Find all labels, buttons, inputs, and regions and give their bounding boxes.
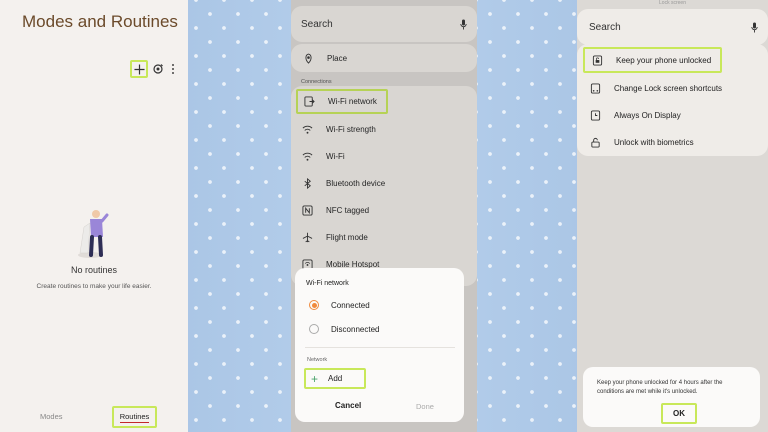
search-label: Search <box>589 21 621 33</box>
empty-state-title: No routines <box>70 265 118 275</box>
plus-icon <box>133 63 145 75</box>
confirmation-toast: Keep your phone unlocked for 4 hours aft… <box>583 367 760 427</box>
cancel-button[interactable]: Cancel <box>335 401 361 410</box>
page-title: Modes and Routines <box>22 12 178 31</box>
search-bar[interactable]: Search <box>577 9 768 45</box>
microphone-icon[interactable] <box>751 22 758 33</box>
done-button[interactable]: Done <box>416 402 434 411</box>
routines-screen: Modes and Routines No routines Create ro… <box>0 0 188 432</box>
option-disconnected-label: Disconnected <box>331 325 380 334</box>
plus-icon: + <box>311 371 319 386</box>
action-label: Always On Display <box>614 110 681 120</box>
option-connected-label: Connected <box>331 301 370 310</box>
peek-text: Lock screen <box>659 0 686 6</box>
action-item-keep-unlocked[interactable]: Keep your phone unlocked <box>583 47 722 73</box>
lock-icon <box>591 54 603 66</box>
wifi-network-dialog: Wi-Fi network Connected Disconnected Net… <box>295 268 464 422</box>
conditions-screen: Search Place Connections Wi-Fi network W… <box>291 0 477 432</box>
tab-routines[interactable]: Routines <box>112 406 157 428</box>
ok-button[interactable]: OK <box>661 403 697 424</box>
tab-routines-label: Routines <box>119 411 150 423</box>
routine-settings-icon[interactable] <box>152 63 164 75</box>
action-item-always-on-display[interactable]: Always On Display <box>589 109 681 121</box>
action-label: Change Lock screen shortcuts <box>614 83 723 93</box>
action-item-biometrics[interactable]: Unlock with biometrics <box>589 136 694 148</box>
action-label: Keep your phone unlocked <box>616 55 712 65</box>
tab-modes[interactable]: Modes <box>40 412 63 421</box>
add-routine-button[interactable] <box>130 60 148 78</box>
toast-message: Keep your phone unlocked for 4 hours aft… <box>597 380 723 395</box>
dialog-title: Wi-Fi network <box>306 280 349 287</box>
network-section-label: Network <box>307 357 328 363</box>
radio-disconnected[interactable] <box>309 324 319 334</box>
more-options-icon[interactable] <box>171 63 175 75</box>
empty-state-illustration <box>78 210 109 258</box>
empty-state-subtitle: Create routines to make your life easier… <box>36 283 152 290</box>
clock-icon <box>589 109 601 121</box>
add-network-button[interactable]: + Add <box>304 368 366 389</box>
radio-connected[interactable] <box>309 300 319 310</box>
action-item-lock-shortcuts[interactable]: Change Lock screen shortcuts <box>589 82 722 94</box>
action-label: Unlock with biometrics <box>614 137 694 147</box>
lock-screen-actions-card: Keep your phone unlocked Change Lock scr… <box>577 44 768 156</box>
divider <box>305 347 455 348</box>
add-label: Add <box>328 374 343 383</box>
actions-screen: Lock screen Search Keep your phone unloc… <box>577 0 768 432</box>
shortcuts-icon <box>589 82 601 94</box>
unlock-icon <box>589 136 601 148</box>
